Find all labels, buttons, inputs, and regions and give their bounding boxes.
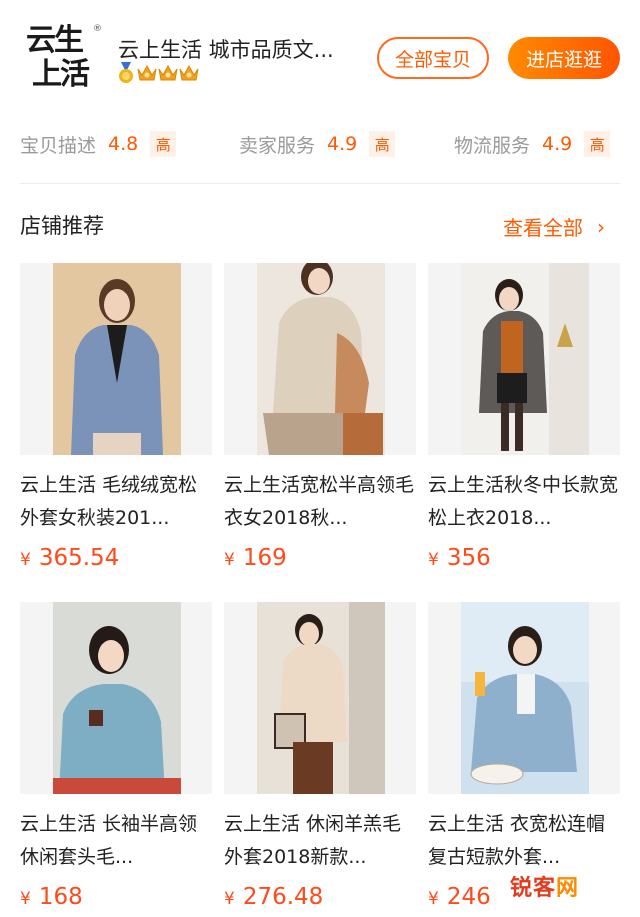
product-card[interactable]: 云上生活秋冬中长款宽松上衣2018... ¥ 356 [428, 263, 620, 571]
currency-symbol: ¥ [20, 889, 31, 909]
rating-value: 4.8 [108, 133, 139, 155]
watermark-part1: 锐客 [510, 876, 557, 901]
price-value: 169 [242, 545, 287, 571]
rating-description: 宝贝描述 4.8 高 [20, 122, 177, 166]
product-title[interactable]: 云上生活宽松半高领毛衣女2018秋... [224, 469, 414, 535]
product-photo [461, 263, 589, 455]
enter-shop-button[interactable]: 进店逛逛 [508, 37, 620, 79]
watermark-part2: 网 [556, 876, 580, 901]
divider [20, 183, 620, 184]
section-title: 店铺推荐 [20, 214, 104, 238]
logo-line2: 上活 [32, 57, 90, 92]
price-value: 365.54 [38, 545, 120, 571]
product-image[interactable] [20, 602, 212, 794]
product-price: ¥ 169 [224, 545, 416, 571]
product-price: ¥ 356 [428, 545, 620, 571]
view-all-link[interactable]: 查看全部 › [503, 212, 605, 241]
view-all-label: 查看全部 [503, 216, 583, 240]
product-card[interactable]: 云上生活 衣宽松连帽复古短款外套... ¥ 246 [428, 602, 620, 910]
rating-level-badge: 高 [150, 131, 177, 157]
product-card[interactable]: 云上生活 长袖半高领休闲套头毛... ¥ 168 [20, 602, 212, 910]
currency-symbol: ¥ [20, 550, 31, 570]
price-value: 246 [446, 884, 491, 910]
product-title[interactable]: 云上生活 长袖半高领休闲套头毛... [20, 808, 210, 874]
rating-label: 卖家服务 [239, 134, 316, 157]
all-items-button[interactable]: 全部宝贝 [377, 37, 489, 79]
shop-logo[interactable]: 云生 上活 ® [26, 18, 106, 98]
product-card[interactable]: 云上生活 毛绒绒宽松外套女秋装201... ¥ 365.54 [20, 263, 212, 571]
shop-ratings: 宝贝描述 4.8 高 卖家服务 4.9 高 物流服务 4.9 高 [0, 122, 640, 166]
product-title[interactable]: 云上生活 毛绒绒宽松外套女秋装201... [20, 469, 210, 535]
product-title[interactable]: 云上生活 衣宽松连帽复古短款外套... [428, 808, 618, 874]
site-watermark: 锐客网 [510, 870, 579, 902]
rating-label: 宝贝描述 [20, 134, 97, 157]
crown-icon [137, 64, 157, 81]
rating-level-badge: 高 [584, 131, 611, 157]
currency-symbol: ¥ [224, 550, 235, 570]
product-card[interactable]: 云上生活 休闲羊羔毛外套2018新款... ¥ 276.48 [224, 602, 416, 910]
product-card[interactable]: 云上生活宽松半高领毛衣女2018秋... ¥ 169 [224, 263, 416, 571]
rating-label: 物流服务 [454, 134, 531, 157]
product-photo [53, 602, 181, 794]
product-price: ¥ 276.48 [224, 884, 416, 910]
product-title[interactable]: 云上生活 休闲羊羔毛外套2018新款... [224, 808, 414, 874]
shop-header: 云生 上活 ® 云上生活 城市品质文... 全部宝贝 进店逛逛 [0, 0, 640, 112]
currency-symbol: ¥ [428, 550, 439, 570]
medal-icon [119, 62, 133, 83]
price-value: 276.48 [242, 884, 324, 910]
rating-value: 4.9 [542, 133, 573, 155]
product-image[interactable] [428, 602, 620, 794]
product-image[interactable] [428, 263, 620, 455]
rating-service: 卖家服务 4.9 高 [239, 122, 396, 166]
logo-registered-mark: ® [93, 24, 102, 34]
rating-logistics: 物流服务 4.9 高 [454, 122, 611, 166]
product-price: ¥ 168 [20, 884, 212, 910]
shop-name[interactable]: 云上生活 城市品质文... [118, 34, 334, 64]
crown-icon [158, 64, 178, 81]
currency-symbol: ¥ [224, 889, 235, 909]
currency-symbol: ¥ [428, 889, 439, 909]
product-title[interactable]: 云上生活秋冬中长款宽松上衣2018... [428, 469, 618, 535]
product-photo [257, 602, 385, 794]
shop-level-badges [116, 62, 199, 84]
product-photo [461, 602, 589, 794]
price-value: 168 [38, 884, 83, 910]
product-image[interactable] [20, 263, 212, 455]
crown-icon [179, 64, 199, 81]
product-photo [53, 263, 181, 455]
product-image[interactable] [224, 263, 416, 455]
price-value: 356 [446, 545, 491, 571]
product-photo [257, 263, 385, 455]
product-price: ¥ 365.54 [20, 545, 212, 571]
product-image[interactable] [224, 602, 416, 794]
rating-level-badge: 高 [369, 131, 396, 157]
watermark-text: 锐客网 [510, 870, 579, 902]
chevron-right-icon: › [597, 214, 605, 239]
rating-value: 4.9 [327, 133, 358, 155]
